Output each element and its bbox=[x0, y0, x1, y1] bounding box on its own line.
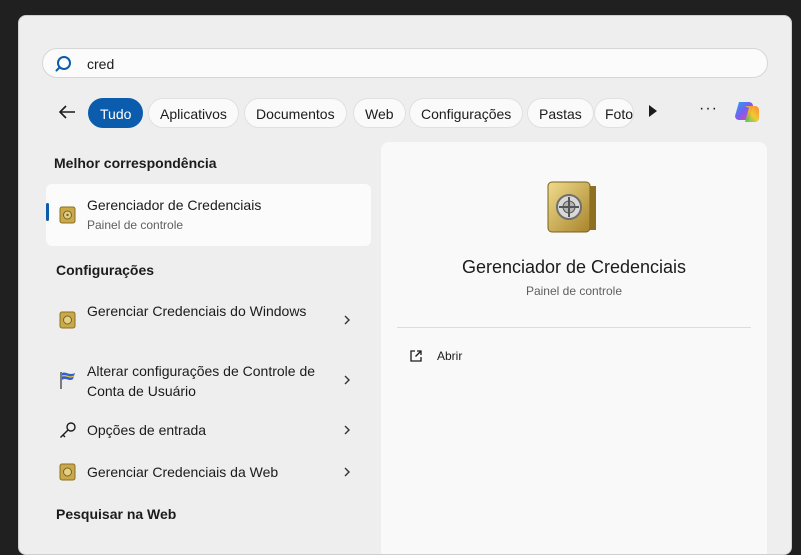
tab-fotos[interactable]: Fotos bbox=[594, 98, 634, 128]
chevron-right-icon bbox=[344, 315, 350, 325]
tab-documentos[interactable]: Documentos bbox=[244, 98, 347, 128]
filter-bar: Tudo Aplicativos Documentos Web Configur… bbox=[19, 96, 791, 130]
best-match-subtitle: Painel de controle bbox=[87, 218, 184, 232]
best-match-title: Gerenciador de Credenciais bbox=[87, 197, 262, 213]
result-label: Gerenciar Credenciais da Web bbox=[87, 464, 279, 480]
open-external-icon[interactable] bbox=[409, 349, 423, 363]
tab-web[interactable]: Web bbox=[353, 98, 406, 128]
chevron-right-icon bbox=[344, 425, 350, 435]
tab-aplicativos[interactable]: Aplicativos bbox=[148, 98, 239, 128]
copilot-icon[interactable] bbox=[731, 98, 763, 128]
divider bbox=[397, 327, 751, 328]
best-match-item[interactable]: Gerenciador de Credenciais Painel de con… bbox=[46, 184, 371, 246]
search-input[interactable] bbox=[85, 53, 729, 75]
selection-indicator bbox=[46, 203, 49, 221]
uac-flag-icon bbox=[60, 372, 75, 389]
search-box[interactable] bbox=[42, 48, 768, 78]
web-search-heading: Pesquisar na Web bbox=[56, 506, 177, 522]
search-icon bbox=[55, 56, 71, 72]
result-credenciais-web[interactable]: Gerenciar Credenciais da Web bbox=[46, 449, 371, 497]
settings-heading: Configurações bbox=[56, 262, 155, 278]
more-options-button[interactable]: ··· bbox=[699, 100, 718, 118]
result-label: Opções de entrada bbox=[87, 422, 207, 438]
key-icon bbox=[60, 422, 76, 438]
result-label: Alterar configurações de Controle de Con… bbox=[87, 363, 316, 399]
tab-configuracoes[interactable]: Configurações bbox=[409, 98, 524, 128]
open-action[interactable]: Abrir bbox=[437, 349, 462, 363]
tab-tudo[interactable]: Tudo bbox=[88, 98, 144, 128]
result-opcoes-entrada[interactable]: Opções de entrada bbox=[46, 407, 371, 455]
best-match-heading: Melhor correspondência bbox=[54, 155, 217, 171]
result-label: Gerenciar Credenciais do Windows bbox=[87, 303, 307, 319]
tab-pastas[interactable]: Pastas bbox=[527, 98, 594, 128]
background-window-edge bbox=[0, 0, 18, 548]
detail-pane: Gerenciador de Credenciais Painel de con… bbox=[381, 142, 767, 554]
detail-title: Gerenciador de Credenciais bbox=[461, 257, 687, 277]
back-arrow-icon[interactable] bbox=[55, 100, 79, 124]
vault-icon bbox=[59, 463, 76, 481]
search-flyout: Tudo Aplicativos Documentos Web Configur… bbox=[18, 15, 792, 555]
scroll-right-icon[interactable] bbox=[649, 105, 657, 117]
vault-icon bbox=[59, 311, 76, 329]
result-controle-conta-usuario[interactable]: Alterar configurações de Controle de Con… bbox=[46, 355, 371, 403]
vault-icon bbox=[547, 181, 596, 233]
chevron-right-icon bbox=[344, 375, 350, 385]
vault-icon bbox=[59, 206, 76, 224]
result-gerenciar-credenciais-windows[interactable]: Gerenciar Credenciais do Windows bbox=[46, 295, 371, 343]
detail-subtitle: Painel de controle bbox=[525, 284, 623, 298]
chevron-right-icon bbox=[344, 467, 350, 477]
